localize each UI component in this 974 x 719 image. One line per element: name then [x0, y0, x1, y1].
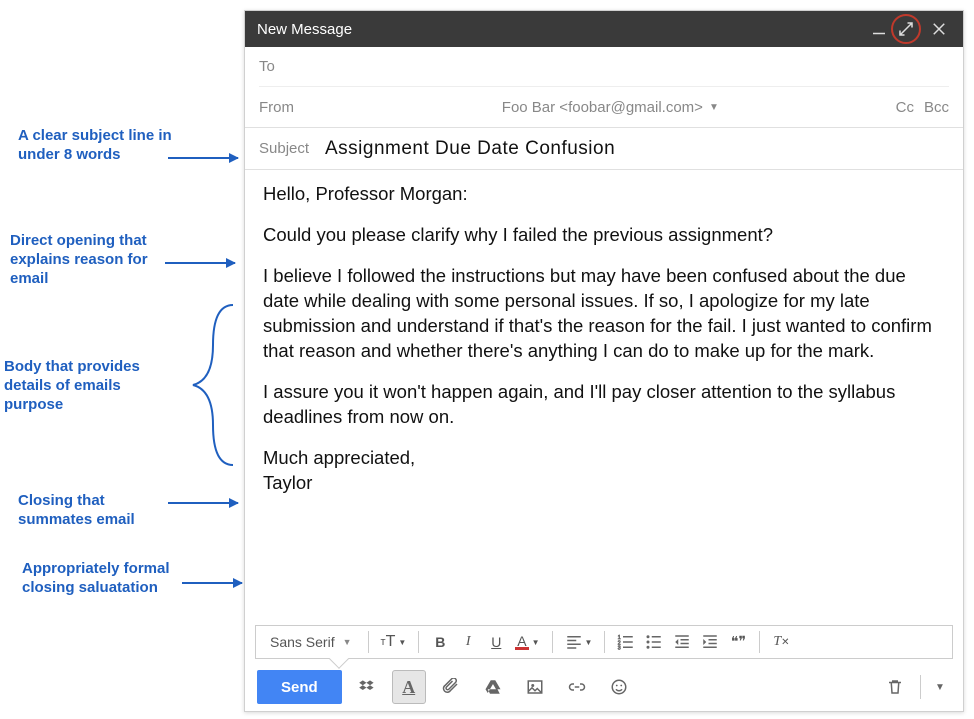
compose-window: New Message To From Foo Bar <foobar@gmai…	[244, 10, 964, 712]
font-size-button[interactable]: тT ▼	[377, 629, 411, 655]
minimize-button[interactable]	[867, 17, 891, 41]
expand-icon	[897, 20, 915, 38]
annotation-subject: A clear subject line in under 8 words	[18, 127, 178, 165]
arrow-icon	[165, 262, 235, 264]
body-p3: I assure you it won't happen again, and …	[263, 380, 945, 430]
font-family-dropdown[interactable]: Sans Serif ▼	[262, 629, 360, 655]
arrow-icon	[168, 157, 238, 159]
annotation-body: Body that provides details of emails pur…	[4, 358, 174, 414]
action-bar: Send A ▼	[245, 663, 963, 711]
send-button[interactable]: Send	[257, 670, 342, 704]
indent-more-icon	[701, 633, 719, 651]
expand-highlight	[891, 14, 921, 44]
cc-button[interactable]: Cc	[896, 99, 914, 116]
trash-icon	[886, 678, 904, 696]
to-label: To	[259, 58, 325, 75]
dropbox-button[interactable]	[350, 670, 384, 704]
attach-button[interactable]	[434, 670, 468, 704]
align-icon	[565, 633, 583, 651]
text-color-button[interactable]: A ▼	[511, 629, 543, 655]
clear-formatting-button[interactable]: T✕	[768, 629, 794, 655]
bulleted-list-button[interactable]	[641, 629, 667, 655]
to-row: To	[259, 47, 949, 87]
arrow-icon	[182, 582, 242, 584]
to-input[interactable]	[325, 58, 949, 76]
indent-more-button[interactable]	[697, 629, 723, 655]
annotation-text: Closing that summates email	[18, 492, 135, 528]
window-titlebar: New Message	[245, 11, 963, 47]
close-button[interactable]	[927, 17, 951, 41]
annotation-salutation: Appropriately formal closing saluatation	[22, 560, 192, 598]
annotation-text: Appropriately formal closing saluatation	[22, 560, 170, 596]
drive-icon	[484, 678, 502, 696]
body-p2: I believe I followed the instructions bu…	[263, 264, 945, 364]
from-value: Foo Bar <foobar@gmail.com>	[502, 99, 703, 116]
annotation-panel: A clear subject line in under 8 words Di…	[0, 0, 250, 719]
indent-less-icon	[673, 633, 691, 651]
brace-icon	[178, 300, 238, 470]
paperclip-icon	[442, 678, 460, 696]
image-icon	[526, 678, 544, 696]
bcc-button[interactable]: Bcc	[924, 99, 949, 116]
chevron-down-icon: ▼	[343, 637, 352, 647]
bold-button[interactable]: B	[427, 629, 453, 655]
align-button[interactable]: ▼	[561, 629, 597, 655]
insert-emoji-button[interactable]	[602, 670, 636, 704]
body-p1: Could you please clarify why I failed th…	[263, 223, 945, 248]
bulleted-list-icon	[645, 633, 663, 651]
header-fields: To From Foo Bar <foobar@gmail.com> ▼ Cc …	[245, 47, 963, 128]
from-label: From	[259, 99, 325, 116]
subject-label: Subject	[259, 140, 325, 157]
expand-button[interactable]	[894, 17, 918, 41]
window-title: New Message	[257, 21, 352, 38]
formatting-toolbar: Sans Serif ▼ тT ▼ B I U A ▼ ▼ 123	[255, 625, 953, 659]
close-icon	[930, 20, 948, 38]
body-greeting: Hello, Professor Morgan:	[263, 182, 945, 207]
message-body[interactable]: Hello, Professor Morgan: Could you pleas…	[245, 170, 963, 625]
chevron-down-icon: ▼	[709, 102, 719, 113]
text-color-icon: A	[515, 635, 528, 650]
drive-button[interactable]	[476, 670, 510, 704]
annotation-text: Body that provides details of emails pur…	[4, 358, 140, 413]
body-signoff1: Much appreciated,	[263, 446, 945, 471]
annotation-opening: Direct opening that explains reason for …	[10, 232, 170, 288]
chevron-down-icon: ▼	[935, 682, 945, 693]
from-row: From Foo Bar <foobar@gmail.com> ▼ Cc Bcc	[259, 87, 949, 127]
more-options-button[interactable]: ▼	[929, 670, 951, 704]
link-icon	[568, 678, 586, 696]
chevron-down-icon: ▼	[532, 638, 540, 647]
annotation-text: Direct opening that explains reason for …	[10, 232, 148, 287]
svg-text:3: 3	[618, 646, 621, 652]
discard-button[interactable]	[878, 670, 912, 704]
minimize-icon	[870, 20, 888, 38]
annotation-text: A clear subject line in under 8 words	[18, 127, 172, 163]
emoji-icon	[610, 678, 628, 696]
body-signoff2: Taylor	[263, 471, 945, 496]
insert-photo-button[interactable]	[518, 670, 552, 704]
insert-link-button[interactable]	[560, 670, 594, 704]
subject-row: Subject Assignment Due Date Confusion	[245, 128, 963, 170]
numbered-list-button[interactable]: 123	[613, 629, 639, 655]
italic-button[interactable]: I	[455, 629, 481, 655]
chevron-down-icon: ▼	[398, 638, 406, 647]
quote-button[interactable]: ❝❞	[725, 629, 751, 655]
chevron-down-icon: ▼	[585, 638, 593, 647]
underline-button[interactable]: U	[483, 629, 509, 655]
from-dropdown[interactable]: Foo Bar <foobar@gmail.com> ▼	[325, 99, 896, 116]
arrow-icon	[168, 502, 238, 504]
dropbox-icon	[358, 678, 376, 696]
font-family-label: Sans Serif	[270, 634, 335, 650]
subject-input[interactable]: Assignment Due Date Confusion	[325, 138, 615, 160]
indent-less-button[interactable]	[669, 629, 695, 655]
formatting-toggle-button[interactable]: A	[392, 670, 426, 704]
annotation-closing: Closing that summates email	[18, 492, 178, 530]
numbered-list-icon: 123	[617, 633, 635, 651]
